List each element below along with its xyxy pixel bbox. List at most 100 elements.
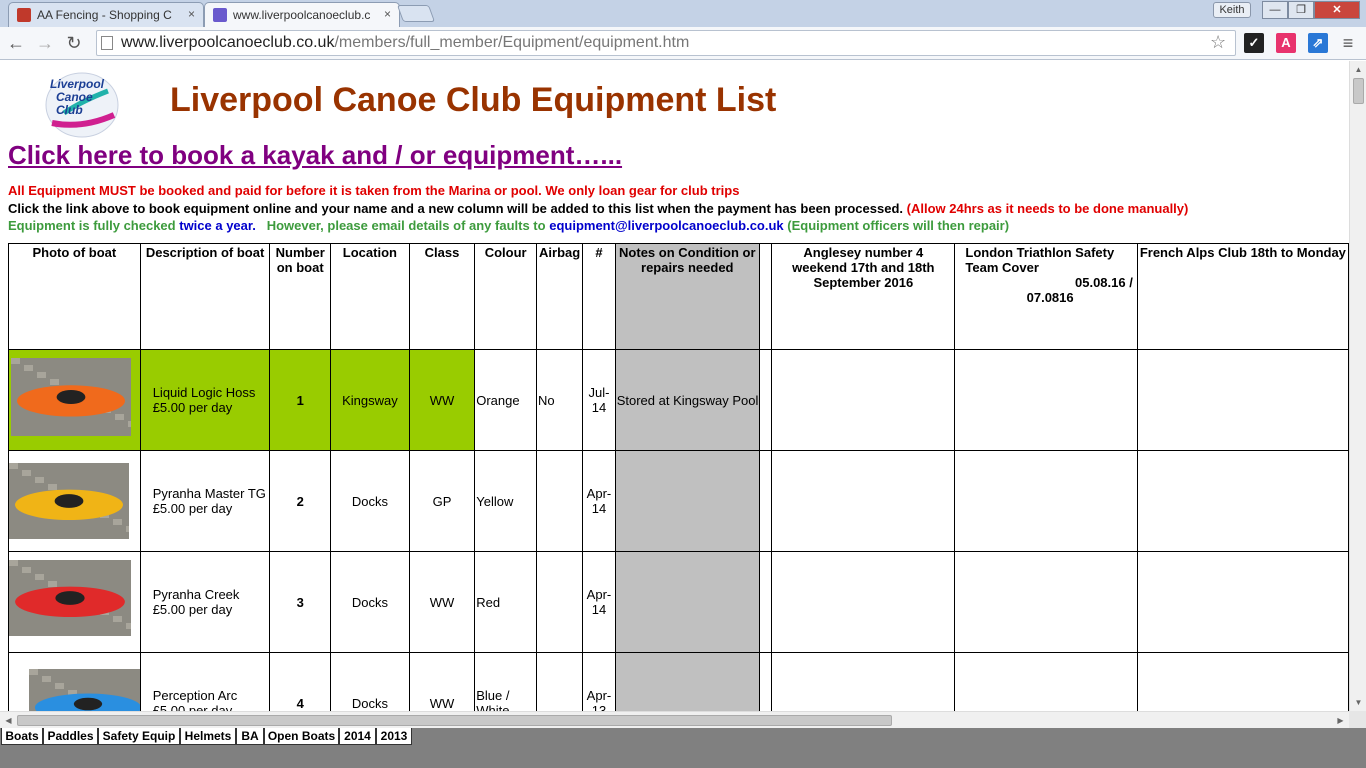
airbag-cell [536,551,584,653]
boat-description-cell: Pyranha Creek £5.00 per day [139,551,271,653]
anglesey-booking-cell [771,349,956,451]
horizontal-scroll-thumb[interactable] [17,715,892,726]
bookmark-star-icon[interactable]: ☆ [1210,32,1226,53]
sheet-tab-boats[interactable]: Boats [1,728,43,745]
svg-text:Liverpool: Liverpool [50,77,105,91]
canoe-club-favicon-icon [213,8,227,22]
sheet-tab-helmets[interactable]: Helmets [180,728,236,745]
colour-cell: Blue / White [474,652,538,711]
tab-liverpool-canoe-club[interactable]: www.liverpoolcanoeclub.c × [204,2,400,27]
anglesey-booking-cell [771,551,956,653]
browser-window: AA Fencing - Shopping C × www.liverpoolc… [0,0,1366,768]
profile-button[interactable]: Keith [1213,2,1251,18]
col-london-triathlon-header: London Triathlon Safety Team Cover 05.08.… [954,243,1138,350]
london-booking-cell [954,652,1138,711]
tab-close-icon[interactable]: × [188,7,195,21]
date-cell: Apr-13 [582,652,616,711]
new-tab-button[interactable] [396,5,436,22]
notes-cell [614,450,760,552]
boat-model: Pyranha Master TG [152,486,266,501]
class-cell: WW [408,652,476,711]
london-date-a: 05.08.16 / [1075,275,1133,290]
address-bar[interactable]: www.liverpoolcanoeclub.co.uk/members/ful… [96,30,1236,56]
check-extension-icon[interactable]: ✓ [1244,33,1264,53]
close-window-button[interactable]: ✕ [1314,1,1360,19]
london-title: London Triathlon Safety Team Cover [965,245,1115,275]
book-equipment-link[interactable]: Click here to book a kayak and / or equi… [8,140,622,171]
col-blank-header [758,243,773,350]
hire-price: £5.00 per day [152,501,233,516]
tab-close-icon[interactable]: × [384,7,391,21]
minimize-button[interactable]: — [1262,1,1288,19]
blank-cell [758,450,773,552]
date-cell: Apr-14 [582,551,616,653]
vertical-scrollbar[interactable]: ▲ ▼ [1349,61,1366,711]
table-row: Perception Arc £5.00 per day 4 Docks WW Blue… [8,652,1349,711]
scrollbar-corner [1349,711,1366,728]
back-button[interactable]: ← [4,31,28,55]
hire-price: £5.00 per day [152,602,233,617]
col-class-header: Class [408,243,476,350]
boat-photo-cell [8,450,141,552]
airbag-cell [536,450,584,552]
hire-price: £5.00 per day [152,703,233,711]
boat-number-cell: 3 [269,551,331,653]
date-cell: Jul-14 [582,349,616,451]
reload-button[interactable]: ↻ [62,31,86,55]
hire-price: £5.00 per day [152,400,233,415]
notes-cell: Stored at Kingsway Pool [614,349,760,451]
tab-aa-fencing[interactable]: AA Fencing - Shopping C × [8,2,204,27]
header-row: Photo of boat Description of boat Number… [8,243,1349,350]
boat-description-cell: Pyranha Master TG £5.00 per day [139,450,271,552]
notes-cell [614,551,760,653]
scroll-right-icon[interactable]: ▶ [1332,712,1349,729]
svg-text:Club: Club [56,103,83,117]
boat-photo-image [29,669,140,711]
tab-title: AA Fencing - Shopping C [37,8,172,22]
location-cell: Docks [330,450,410,552]
forward-button[interactable]: → [33,31,57,55]
anglesey-booking-cell [771,652,956,711]
boat-number-cell: 4 [269,652,331,711]
london-booking-cell [954,349,1138,451]
boat-photo-image [9,560,131,636]
french-alps-booking-cell [1136,551,1349,653]
boat-model: Pyranha Creek [152,587,240,602]
url-host: www.liverpoolcanoeclub.co.uk [121,34,335,51]
acrobat-extension-icon[interactable]: A [1276,33,1296,53]
scroll-left-icon[interactable]: ◀ [0,712,17,729]
boat-description-cell: Perception Arc £5.00 per day [139,652,271,711]
boat-photo-cell [8,551,141,653]
share-extension-icon[interactable]: ⇗ [1308,33,1328,53]
table-row: Pyranha Creek £5.00 per day 3 Docks WW Red Ap… [8,551,1349,653]
col-notes-header: Notes on Condition or repairs needed [614,243,760,350]
boat-photo-cell [8,652,141,711]
col-anglesey-header: Anglesey number 4 weekend 17th and 18th … [771,243,956,350]
sheet-tab-ba[interactable]: BA [236,728,264,745]
equipment-email-link[interactable]: equipment@liverpoolcanoeclub.co.uk [549,218,783,233]
sheet-tab-open-boats[interactable]: Open Boats [264,728,339,745]
airbag-cell [536,652,584,711]
horizontal-scrollbar[interactable]: ◀ ▶ [0,711,1349,728]
menu-icon[interactable]: ≡ [1338,33,1358,53]
location-cell: Docks [330,652,410,711]
boat-model: Perception Arc [152,688,238,703]
french-alps-booking-cell [1136,349,1349,451]
sheet-tab-safety-equip[interactable]: Safety Equip [98,728,180,745]
scroll-down-icon[interactable]: ▼ [1350,694,1366,711]
sheet-tab-paddles[interactable]: Paddles [43,728,98,745]
scroll-up-icon[interactable]: ▲ [1350,61,1366,78]
vertical-scroll-thumb[interactable] [1353,78,1364,104]
url-path: /members/full_member/Equipment/equipment… [334,34,690,51]
sheet-tab-2014[interactable]: 2014 [339,728,376,745]
table-row: Pyranha Master TG £5.00 per day 2 Docks GP Y… [8,450,1349,552]
sheet-tab-2013[interactable]: 2013 [376,728,412,745]
maximize-button[interactable]: ❐ [1288,1,1314,19]
colour-cell: Red [474,551,538,653]
colour-cell: Yellow [474,450,538,552]
tab-strip: AA Fencing - Shopping C × www.liverpoolc… [0,0,1366,27]
booking-instructions-text: Click the link above to book equipment o… [8,201,1188,216]
col-photo-header: Photo of boat [8,243,141,350]
club-logo: Liverpool Canoe Club [45,72,119,138]
french-alps-booking-cell [1136,450,1349,552]
